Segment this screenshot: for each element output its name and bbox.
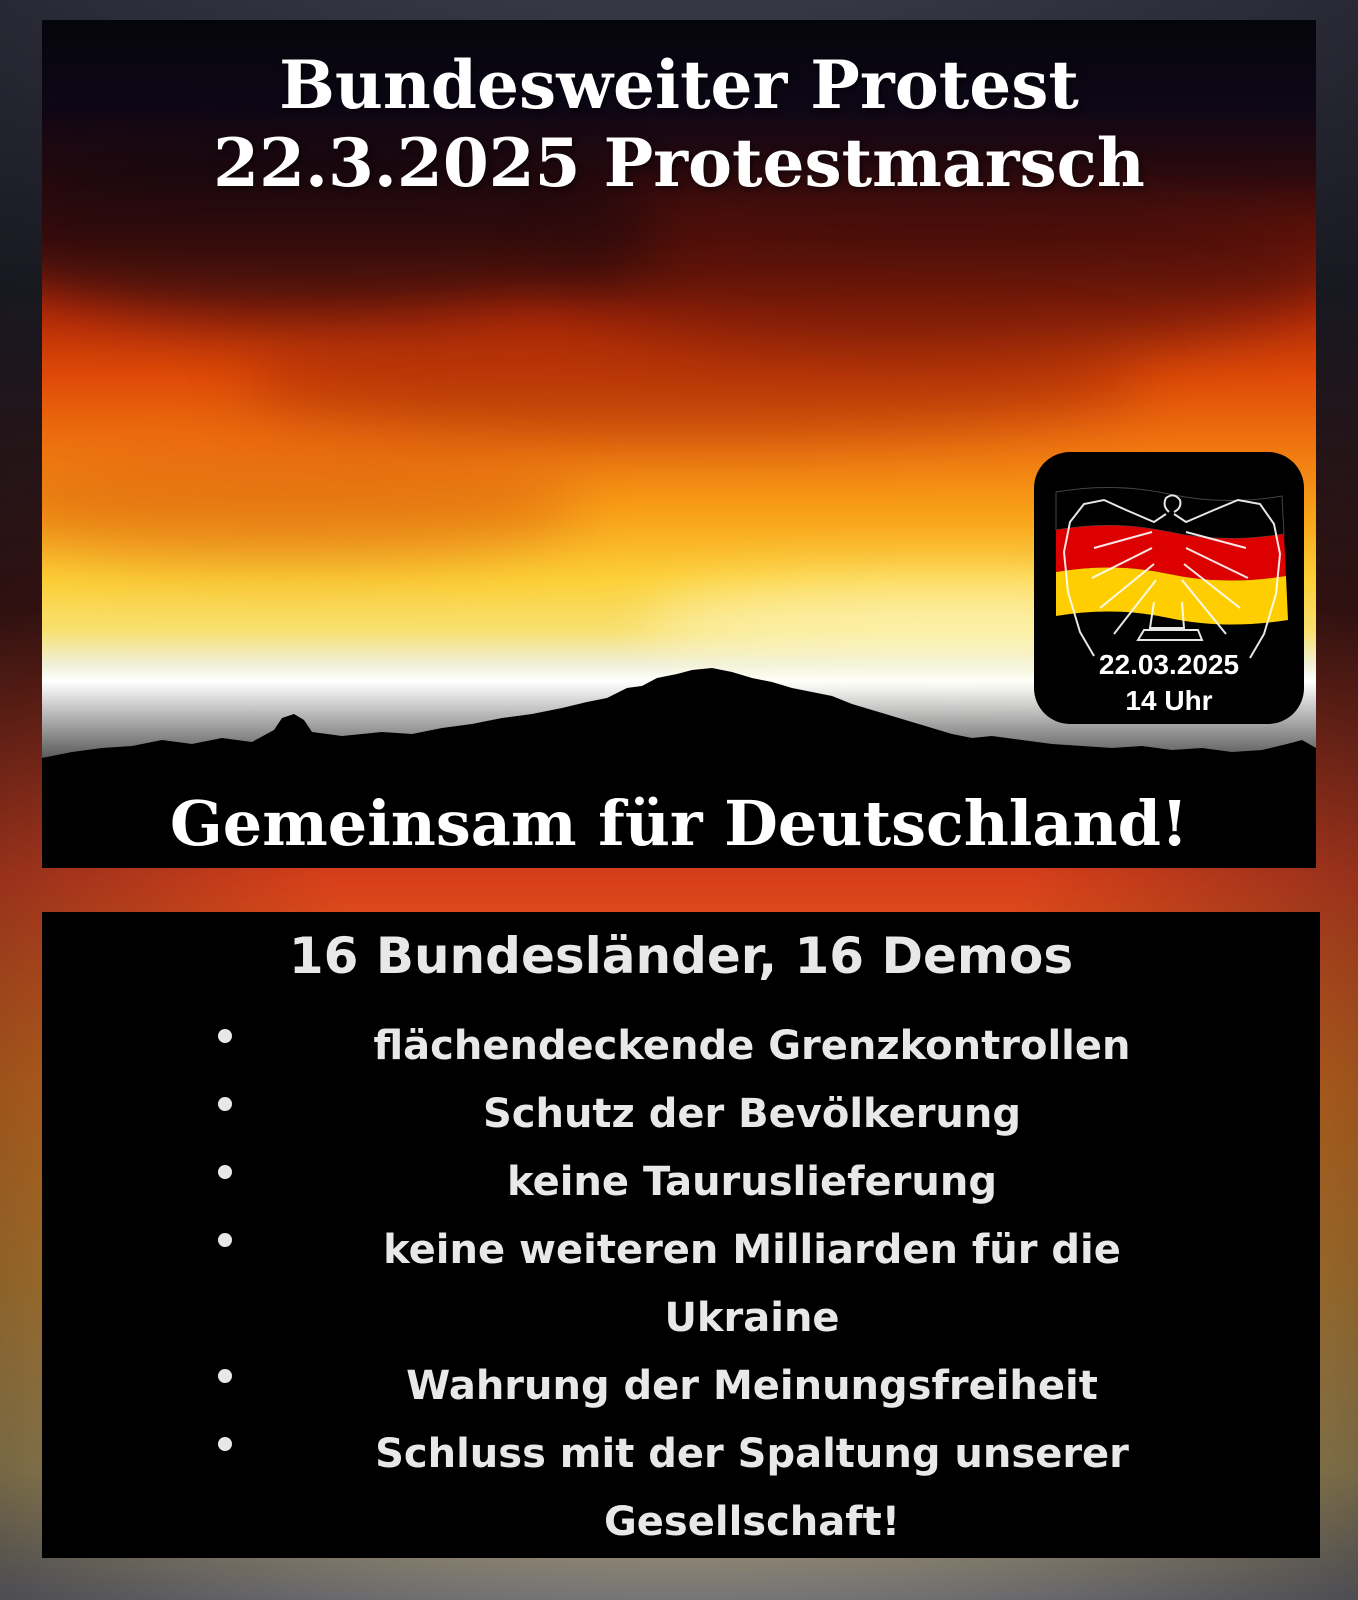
badge-date: 22.03.2025 — [1098, 649, 1240, 680]
bullet-icon — [218, 1233, 232, 1247]
list-item: Wahrung der Meinungsfreiheit — [42, 1352, 1320, 1420]
bullet-icon — [218, 1437, 232, 1451]
list-item: keine weiteren Milliarden für die Ukrain… — [42, 1216, 1320, 1352]
list-item: flächendeckende Grenzkontrollen — [42, 1012, 1320, 1080]
poster-slogan: Gemeinsam für Deutschland! — [169, 787, 1189, 860]
list-item-text: keine Tauruslieferung — [507, 1159, 997, 1205]
bullet-icon — [218, 1029, 232, 1043]
bullet-icon — [218, 1097, 232, 1111]
sky-cloud — [42, 450, 582, 560]
poster-subtitle: 22.3.2025 Protestmarsch — [213, 124, 1145, 202]
event-badge: 22.03.2025 14 Uhr — [1034, 452, 1304, 724]
list-item: keine Tauruslieferung — [42, 1148, 1320, 1216]
list-item-text: Schluss mit der Spaltung unserer Gesells… — [375, 1431, 1129, 1545]
demands-panel: 16 Bundesländer, 16 Demos flächendeckend… — [42, 912, 1320, 1558]
poster-title: Bundesweiter Protest — [279, 46, 1079, 124]
demands-heading: 16 Bundesländer, 16 Demos — [288, 927, 1074, 985]
list-item-text: Wahrung der Meinungsfreiheit — [406, 1363, 1098, 1409]
list-item-text: Schutz der Bevölkerung — [482, 1091, 1022, 1137]
list-item: Schutz der Bevölkerung — [42, 1080, 1320, 1148]
list-item-text: keine weiteren Milliarden für die Ukrain… — [383, 1227, 1121, 1341]
bullet-icon — [218, 1369, 232, 1383]
bullet-icon — [218, 1165, 232, 1179]
list-item-text: flächendeckende Grenzkontrollen — [373, 1023, 1131, 1069]
poster-image: Bundesweiter Protest 22.3.2025 Protestma… — [42, 20, 1316, 868]
demands-list: flächendeckende Grenzkontrollen Schutz d… — [42, 1012, 1320, 1556]
sky-cloud — [242, 320, 1142, 440]
list-item: Schluss mit der Spaltung unserer Gesells… — [42, 1420, 1320, 1556]
badge-time: 14 Uhr — [1125, 685, 1213, 716]
